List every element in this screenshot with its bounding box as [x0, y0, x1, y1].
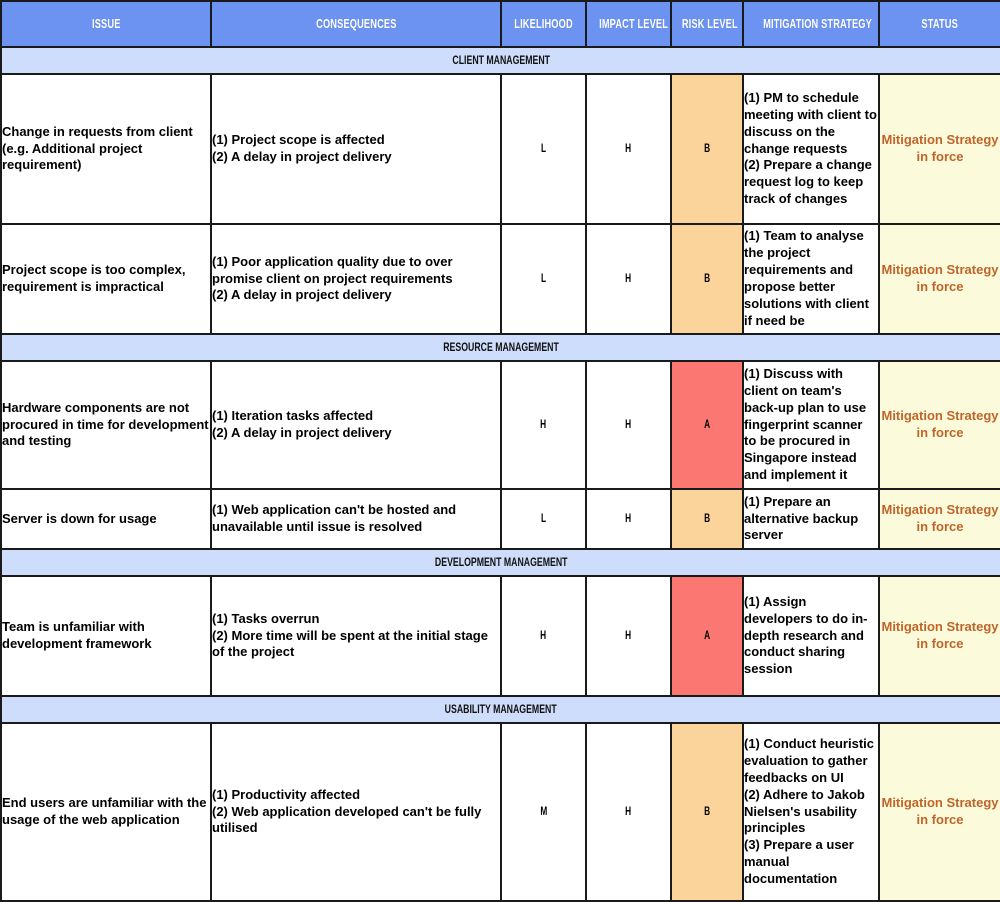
cell-likelihood: H — [500, 360, 587, 490]
header-row: ISSUE CONSEQUENCES LIKELIHOOD IMPACT LEV… — [0, 0, 1000, 48]
cell-status: Mitigation Strategy in force — [878, 360, 1000, 490]
column-header-mitigation-strategy: MITIGATION STRATEGY — [742, 0, 880, 48]
column-header-issue: ISSUE — [0, 0, 212, 48]
column-header-risk-level: RISK LEVEL — [670, 0, 744, 48]
cell-risk-level: B — [670, 488, 744, 550]
cell-mitigation-strategy: (1) Discuss with client on team's back-u… — [742, 360, 880, 490]
cell-risk-level: B — [670, 223, 744, 335]
cell-risk-level: B — [670, 73, 744, 225]
cell-impact-level: H — [585, 488, 672, 550]
cell-status: Mitigation Strategy in force — [878, 722, 1000, 902]
cell-impact-level: H — [585, 722, 672, 902]
table-row: Team is unfamiliar with development fram… — [0, 575, 1000, 697]
section-title-development-management: DEVELOPMENT MANAGEMENT — [0, 548, 1000, 577]
cell-impact-level: H — [585, 223, 672, 335]
cell-consequences: (1) Tasks overrun (2) More time will be … — [210, 575, 502, 697]
cell-consequences: (1) Web application can't be hosted and … — [210, 488, 502, 550]
cell-issue: Project scope is too complex, requiremen… — [0, 223, 212, 335]
cell-status: Mitigation Strategy in force — [878, 223, 1000, 335]
cell-mitigation-strategy: (1) Assign developers to do in-depth res… — [742, 575, 880, 697]
table-header: ISSUE CONSEQUENCES LIKELIHOOD IMPACT LEV… — [0, 0, 1000, 48]
cell-status: Mitigation Strategy in force — [878, 73, 1000, 225]
cell-consequences: (1) Iteration tasks affected (2) A delay… — [210, 360, 502, 490]
cell-mitigation-strategy: (1) Team to analyse the project requirem… — [742, 223, 880, 335]
table-row: Change in requests from client (e.g. Add… — [0, 73, 1000, 225]
cell-likelihood: L — [500, 73, 587, 225]
section-title-usability-management: USABILITY MANAGEMENT — [0, 695, 1000, 724]
cell-impact-level: H — [585, 73, 672, 225]
section-header-row: DEVELOPMENT MANAGEMENT — [0, 548, 1000, 577]
cell-issue: Change in requests from client (e.g. Add… — [0, 73, 212, 225]
cell-consequences: (1) Poor application quality due to over… — [210, 223, 502, 335]
cell-likelihood: M — [500, 722, 587, 902]
cell-risk-level: A — [670, 575, 744, 697]
table-row: Server is down for usage (1) Web applica… — [0, 488, 1000, 550]
section-header-row: CLIENT MANAGEMENT — [0, 46, 1000, 75]
section-header-row: RESOURCE MANAGEMENT — [0, 333, 1000, 362]
cell-impact-level: H — [585, 360, 672, 490]
section-header-row: USABILITY MANAGEMENT — [0, 695, 1000, 724]
cell-likelihood: L — [500, 488, 587, 550]
cell-issue: End users are unfamiliar with the usage … — [0, 722, 212, 902]
cell-mitigation-strategy: (1) Conduct heuristic evaluation to gath… — [742, 722, 880, 902]
section-title-resource-management: RESOURCE MANAGEMENT — [0, 333, 1000, 362]
cell-consequences: (1) Productivity affected (2) Web applic… — [210, 722, 502, 902]
cell-impact-level: H — [585, 575, 672, 697]
cell-risk-level: A — [670, 360, 744, 490]
table-body: CLIENT MANAGEMENT Change in requests fro… — [0, 46, 1000, 902]
cell-issue: Server is down for usage — [0, 488, 212, 550]
cell-status: Mitigation Strategy in force — [878, 575, 1000, 697]
cell-mitigation-strategy: (1) PM to schedule meeting with client t… — [742, 73, 880, 225]
cell-mitigation-strategy: (1) Prepare an alternative backup server — [742, 488, 880, 550]
cell-issue: Hardware components are not procured in … — [0, 360, 212, 490]
cell-likelihood: H — [500, 575, 587, 697]
column-header-consequences: CONSEQUENCES — [210, 0, 502, 48]
cell-consequences: (1) Project scope is affected (2) A dela… — [210, 73, 502, 225]
column-header-status: STATUS — [878, 0, 1000, 48]
section-title-client-management: CLIENT MANAGEMENT — [0, 46, 1000, 75]
cell-likelihood: L — [500, 223, 587, 335]
cell-status: Mitigation Strategy in force — [878, 488, 1000, 550]
cell-issue: Team is unfamiliar with development fram… — [0, 575, 212, 697]
table-row: Project scope is too complex, requiremen… — [0, 223, 1000, 335]
risk-assessment-table: ISSUE CONSEQUENCES LIKELIHOOD IMPACT LEV… — [0, 0, 1000, 902]
column-header-impact-level: IMPACT LEVEL — [585, 0, 672, 48]
table-row: Hardware components are not procured in … — [0, 360, 1000, 490]
column-header-likelihood: LIKELIHOOD — [500, 0, 587, 48]
table-row: End users are unfamiliar with the usage … — [0, 722, 1000, 902]
cell-risk-level: B — [670, 722, 744, 902]
